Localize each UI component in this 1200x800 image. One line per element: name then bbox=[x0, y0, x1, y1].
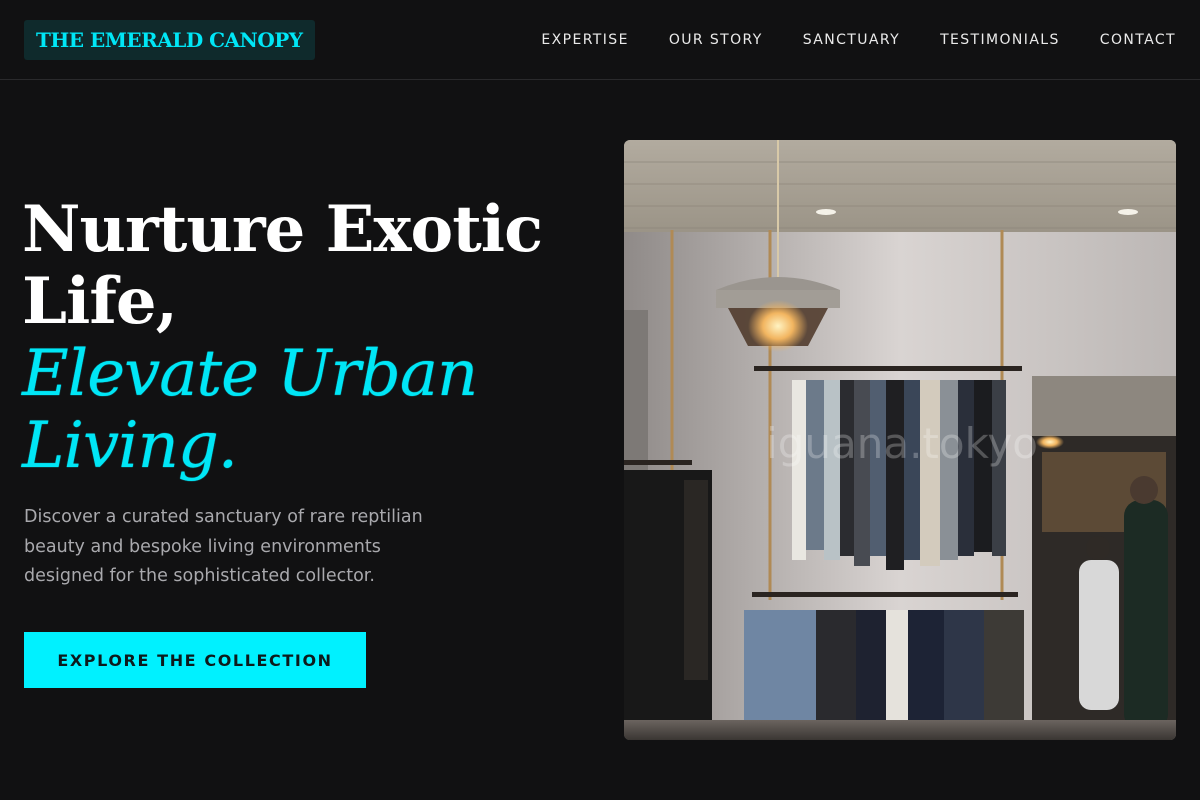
hero-title-line-2: Life, bbox=[22, 264, 178, 339]
nav-item-testimonials[interactable]: TESTIMONIALS bbox=[940, 32, 1060, 48]
nav-item-sanctuary[interactable]: SANCTUARY bbox=[803, 32, 900, 48]
hero-title: Nurture Exotic Life, Elevate Urban Livin… bbox=[22, 192, 582, 483]
site-header: THE EMERALD CANOPY EXPERTISE OUR STORY S… bbox=[0, 0, 1200, 80]
explore-collection-button[interactable]: EXPLORE THE COLLECTION bbox=[24, 632, 366, 688]
hero-title-line-1: Nurture Exotic bbox=[22, 192, 543, 267]
nav-item-our-story[interactable]: OUR STORY bbox=[669, 32, 763, 48]
hero-description: Discover a curated sanctuary of rare rep… bbox=[24, 507, 423, 586]
hero-photo: iguana.tokyo bbox=[624, 140, 1176, 740]
hero-title-accent-line-2: Living. bbox=[22, 409, 238, 483]
main-nav: EXPERTISE OUR STORY SANCTUARY TESTIMONIA… bbox=[541, 0, 1176, 80]
nav-item-expertise[interactable]: EXPERTISE bbox=[541, 32, 628, 48]
nav-item-contact[interactable]: CONTACT bbox=[1100, 32, 1176, 48]
boutique-interior-image: iguana.tokyo bbox=[624, 140, 1176, 740]
brand-logo[interactable]: THE EMERALD CANOPY bbox=[24, 20, 315, 60]
hero-title-accent-line-1: Elevate Urban bbox=[22, 337, 478, 411]
image-watermark: iguana.tokyo bbox=[766, 419, 1038, 468]
